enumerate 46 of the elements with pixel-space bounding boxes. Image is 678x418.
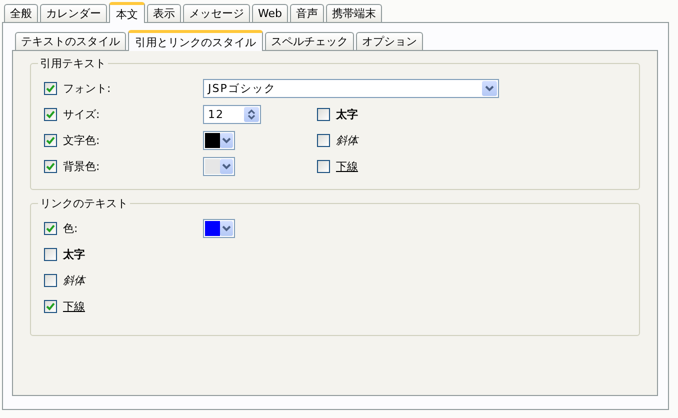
tab[interactable]: 全般 — [4, 4, 38, 22]
color-picker[interactable] — [203, 218, 235, 238]
checkbox-label: 太字 — [336, 106, 358, 122]
checkbox[interactable] — [44, 160, 57, 172]
tab[interactable]: メッセージ — [183, 4, 250, 22]
caret-icon — [222, 162, 231, 170]
tab[interactable]: オプション — [356, 32, 423, 50]
checkbox[interactable] — [44, 108, 57, 120]
group-title: リンクのテキスト — [39, 196, 129, 211]
group-title: 引用テキスト — [39, 56, 107, 71]
checkbox-label: 背景色: — [63, 158, 100, 174]
checkbox[interactable] — [44, 222, 57, 234]
size-spinner[interactable]: 12 — [203, 104, 261, 124]
checkbox-label: 下線 — [63, 298, 85, 314]
font-dropdown[interactable]: JSPゴシック — [203, 78, 499, 98]
checkbox-label: 太字 — [63, 246, 85, 262]
spinner-arrows-icon — [247, 108, 256, 120]
tab[interactable]: 携帯端末 — [326, 4, 382, 22]
checkbox-label: 色: — [63, 220, 78, 236]
tab[interactable]: 引用とリンクのスタイル — [128, 30, 263, 51]
color-picker[interactable] — [203, 130, 235, 150]
checkbox[interactable] — [44, 274, 57, 286]
checkbox[interactable] — [44, 134, 57, 146]
caret-icon — [222, 136, 231, 144]
checkbox-label: 下線 — [336, 158, 358, 174]
checkbox-label: フォント: — [63, 80, 111, 96]
checkbox[interactable] — [44, 300, 57, 312]
tab[interactable]: スペルチェック — [265, 32, 354, 50]
tab[interactable]: カレンダー — [40, 4, 107, 22]
checkbox-label: 文字色: — [63, 132, 100, 148]
tab[interactable]: テキストのスタイル — [15, 32, 126, 50]
tab[interactable]: Web — [252, 4, 288, 22]
checkbox[interactable] — [317, 108, 330, 120]
caret-icon — [485, 84, 494, 92]
caret-icon — [222, 224, 231, 232]
tab[interactable]: 表示 — [147, 4, 181, 22]
checkbox-label: 斜体 — [336, 132, 358, 148]
checkbox[interactable] — [317, 160, 330, 172]
color-picker[interactable] — [203, 156, 235, 176]
checkbox[interactable] — [44, 82, 57, 94]
checkbox[interactable] — [44, 248, 57, 260]
checkbox-label: 斜体 — [63, 272, 85, 288]
checkbox-label: サイズ: — [63, 106, 100, 122]
tab[interactable]: 本文 — [109, 2, 145, 23]
checkbox[interactable] — [317, 134, 330, 146]
tab[interactable]: 音声 — [290, 4, 324, 22]
